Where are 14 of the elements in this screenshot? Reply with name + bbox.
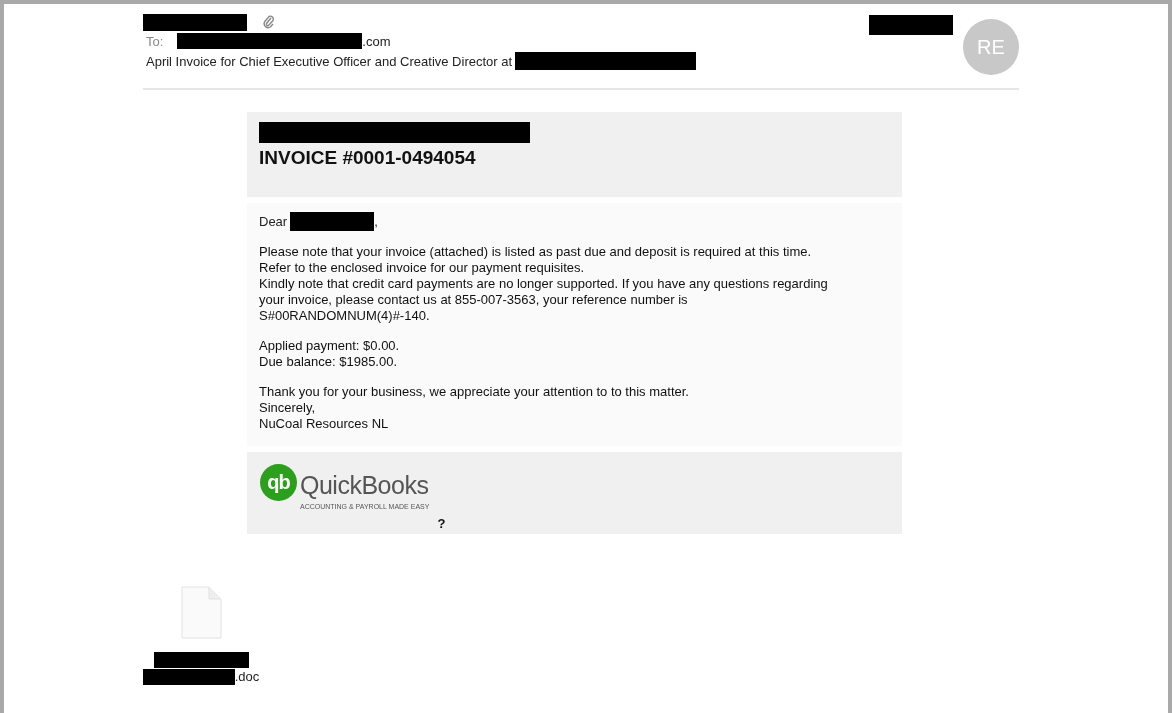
greeting-comma: , bbox=[374, 214, 378, 229]
question-mark: ? bbox=[437, 516, 446, 531]
message-paragraph: Please note that your invoice (attached) is listed as past due and deposit is required at this time. Refer to the enclosed invoice for our payment requisites. Kindly note that credit card payments are no longer supported. If you have any questions regarding your invoice, please contact us at 855-007-3563, your reference number is S#00RANDOMNUM(4)#-140. bbox=[259, 244, 829, 324]
recipient-domain: .com bbox=[362, 33, 391, 49]
logo-mark: qb bbox=[260, 464, 297, 501]
file-extension: .doc bbox=[234, 669, 260, 684]
document-icon bbox=[180, 586, 222, 640]
subject: April Invoice for Chief Executive Officer and Creative Director at bbox=[146, 53, 513, 69]
logo-name: QuickBooks bbox=[300, 471, 429, 500]
to-label: To: bbox=[146, 33, 164, 49]
message-paragraph: Thank you for your business, we appreciate your attention to to this matter. Sincerely, NuCoal Resources NL bbox=[259, 384, 690, 432]
greeting: Dear bbox=[259, 214, 288, 229]
invoice-title: INVOICE #0001-0494054 bbox=[259, 147, 477, 169]
message-paragraph: Applied payment: $0.00. Due balance: $1985.00. bbox=[259, 338, 401, 370]
